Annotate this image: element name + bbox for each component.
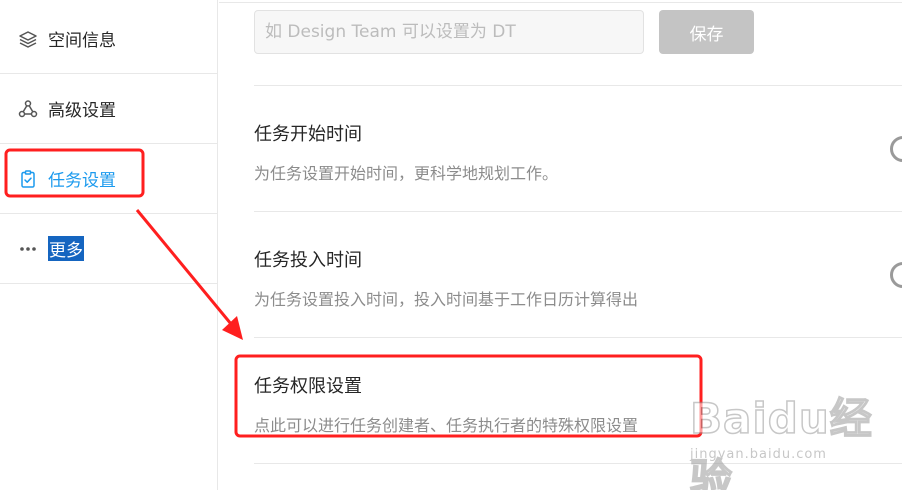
watermark-url: jingyan.baidu.com bbox=[690, 447, 827, 462]
watermark-logo: Baidu经验 bbox=[689, 393, 873, 490]
sidebar-item-label: 任务设置 bbox=[48, 171, 116, 191]
task-effort-time-toggle[interactable] bbox=[890, 262, 902, 288]
layers-icon bbox=[18, 29, 38, 49]
sidebar-item-label: 空间信息 bbox=[48, 31, 116, 51]
setting-title: 任务权限设置 bbox=[254, 376, 362, 397]
sidebar-item-label: 更多 bbox=[48, 236, 84, 261]
task-start-time-toggle[interactable] bbox=[890, 136, 902, 162]
sidebar: 空间信息 高级设置 任务设置 更多 bbox=[0, 0, 218, 490]
setting-description: 为任务设置开始时间，更科学地规划工作。 bbox=[254, 164, 559, 183]
sidebar-item-space-info[interactable]: 空间信息 bbox=[0, 4, 218, 74]
setting-task-effort-time[interactable]: 任务投入时间 为任务设置投入时间，投入时间基于工作日历计算得出 bbox=[254, 211, 902, 337]
divider bbox=[219, 2, 902, 3]
sidebar-item-label: 高级设置 bbox=[48, 101, 116, 121]
setting-task-start-time[interactable]: 任务开始时间 为任务设置开始时间，更科学地规划工作。 bbox=[254, 85, 902, 211]
nodes-icon bbox=[18, 99, 38, 119]
setting-title: 任务开始时间 bbox=[254, 124, 362, 145]
sidebar-item-task-settings[interactable]: 任务设置 bbox=[0, 144, 218, 214]
sidebar-item-more[interactable]: 更多 bbox=[0, 214, 218, 284]
sidebar-item-advanced[interactable]: 高级设置 bbox=[0, 74, 218, 144]
baidu-watermark: Baidu经验 jingyan.baidu.com bbox=[689, 385, 890, 490]
ellipsis-icon bbox=[18, 239, 38, 259]
setting-title: 任务投入时间 bbox=[254, 250, 362, 271]
save-button[interactable]: 保存 bbox=[659, 10, 754, 54]
setting-description: 为任务设置投入时间，投入时间基于工作日历计算得出 bbox=[254, 290, 639, 309]
clipboard-icon bbox=[18, 169, 38, 189]
abbreviation-input[interactable] bbox=[254, 10, 644, 54]
setting-description: 点此可以进行任务创建者、任务执行者的特殊权限设置 bbox=[254, 416, 639, 435]
